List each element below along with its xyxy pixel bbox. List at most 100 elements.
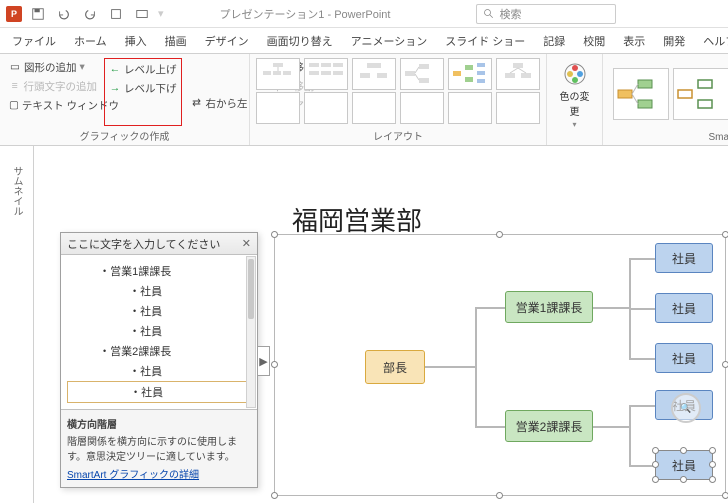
layout-thumb[interactable] (304, 58, 348, 90)
text-pane: ここに文字を入力してください ✕ •営業1課課長•社員•社員•社員•営業2課課長… (60, 232, 258, 488)
layout-thumb[interactable] (448, 58, 492, 90)
scrollbar[interactable] (246, 256, 256, 408)
tab-slideshow[interactable]: スライド ショー (437, 29, 533, 53)
resize-handle[interactable] (652, 447, 659, 454)
node-leaf[interactable]: 社員 (655, 243, 713, 273)
tab-review[interactable]: 校閲 (575, 29, 613, 53)
layout-thumb[interactable] (400, 92, 444, 124)
ribbon-tabs: ファイル ホーム 挿入 描画 デザイン 画面切り替え アニメーション スライド … (0, 28, 728, 54)
right-to-left-button[interactable]: ⇄右から左 (188, 94, 251, 112)
resize-handle[interactable] (709, 447, 716, 454)
text-pane-toggle[interactable]: ▶ (258, 346, 270, 376)
tree-item[interactable]: •社員 (67, 301, 255, 321)
tree-item[interactable]: •社員 (67, 281, 255, 301)
bullet-icon: ≡ (9, 80, 21, 92)
resize-handle[interactable] (496, 231, 503, 238)
resize-handle[interactable] (722, 361, 728, 368)
window-title: プレゼンテーション1 - PowerPoint (220, 6, 391, 22)
resize-handle[interactable] (271, 361, 278, 368)
close-icon[interactable]: ✕ (242, 237, 251, 250)
swap-icon: ⇄ (191, 97, 203, 109)
slide-title: 福岡営業部 (292, 201, 422, 238)
tab-draw[interactable]: 描画 (157, 29, 195, 53)
search-placeholder: 検索 (499, 6, 521, 22)
tab-design[interactable]: デザイン (197, 29, 257, 53)
canvas[interactable]: 福岡営業部 ここに文字を入力してください ✕ •営業1課課長•社員•社員•社員•… (34, 146, 728, 503)
tab-home[interactable]: ホーム (66, 29, 115, 53)
resize-handle[interactable] (271, 492, 278, 499)
level-down-button[interactable]: →レベル下げ (106, 79, 180, 97)
resize-handle[interactable] (652, 461, 659, 468)
node-leaf[interactable]: 社員 (655, 293, 713, 323)
node-leaf-selected[interactable]: 社員 (655, 450, 713, 480)
tree-item[interactable]: •営業2課課長 (67, 341, 255, 361)
resize-handle[interactable] (722, 492, 728, 499)
app-icon: P (6, 6, 22, 22)
text-pane-header: ここに文字を入力してください ✕ (61, 233, 257, 255)
layout-thumb[interactable] (496, 92, 540, 124)
text-pane-body[interactable]: •営業1課課長•社員•社員•社員•営業2課課長•社員•社員 (61, 255, 257, 409)
level-up-button[interactable]: ←レベル上げ (106, 60, 180, 78)
smartart-details-link[interactable]: SmartArt グラフィックの詳細 (67, 466, 199, 481)
tab-animations[interactable]: アニメーション (343, 29, 436, 53)
thumbnail-rail[interactable]: サムネイル (0, 146, 34, 503)
style-thumb[interactable] (673, 68, 728, 120)
layout-thumb[interactable] (448, 92, 492, 124)
layout-thumb[interactable] (304, 92, 348, 124)
smartart-frame[interactable]: 部長 営業1課課長 営業2課課長 社員 社員 社員 社員 社員 🔍 (274, 234, 726, 496)
tree-item[interactable]: •社員 (67, 381, 255, 403)
tree-item[interactable]: •社員 (67, 361, 255, 381)
layout-thumb[interactable] (256, 58, 300, 90)
tab-help[interactable]: ヘルプ (695, 29, 728, 53)
color-change-button[interactable]: 色の変更 ▾ (553, 58, 596, 141)
resize-handle[interactable] (496, 492, 503, 499)
resize-handle[interactable] (652, 476, 659, 483)
tab-file[interactable]: ファイル (4, 29, 64, 53)
node-leaf[interactable]: 社員 (655, 343, 713, 373)
arrow-right-icon: → (109, 82, 121, 94)
layout-thumb[interactable] (352, 92, 396, 124)
layout-thumb[interactable] (400, 58, 444, 90)
node-root[interactable]: 部長 (365, 350, 425, 384)
text-window-icon: ▢ (9, 99, 19, 111)
shape-icon: ▭ (9, 61, 21, 73)
workspace: サムネイル 福岡営業部 ここに文字を入力してください ✕ •営業1課課長•社員•… (0, 146, 728, 503)
tab-view[interactable]: 表示 (615, 29, 653, 53)
resize-handle[interactable] (709, 461, 716, 468)
titlebar: P ▾ プレゼンテーション1 - PowerPoint 検索 (0, 0, 728, 28)
redo-icon[interactable] (80, 4, 100, 24)
text-pane-footer: 横方向階層 階層関係を横方向に示すのに使用します。意思決定ツリーに適しています。… (61, 409, 257, 487)
tab-developer[interactable]: 開発 (655, 29, 693, 53)
qat-icon-2[interactable] (132, 4, 152, 24)
add-shape-button[interactable]: ▭図形の追加 ▾ (6, 58, 100, 76)
tab-record[interactable]: 記録 (535, 29, 573, 53)
node-manager-2[interactable]: 営業2課課長 (505, 410, 593, 442)
layout-thumb[interactable] (256, 92, 300, 124)
qat-icon[interactable] (106, 4, 126, 24)
add-bullet-button: ≡行頭文字の追加 (6, 77, 100, 95)
text-window-button[interactable]: ▢テキスト ウィンドウ (6, 96, 100, 114)
tree-item[interactable]: •社員 (67, 321, 255, 341)
resize-handle[interactable] (271, 231, 278, 238)
layout-thumb[interactable] (352, 58, 396, 90)
group-label-layout: レイアウト (256, 126, 540, 143)
resize-handle[interactable] (680, 476, 687, 483)
undo-icon[interactable] (54, 4, 74, 24)
group-label-create: グラフィックの作成 (6, 126, 243, 143)
tab-transitions[interactable]: 画面切り替え (259, 29, 341, 53)
layout-thumb[interactable] (496, 58, 540, 90)
color-wheel-icon (563, 62, 587, 86)
tree-item[interactable]: •営業1課課長 (67, 261, 255, 281)
ribbon: ▭図形の追加 ▾ ≡行頭文字の追加 ▢テキスト ウィンドウ ←レベル上げ →レベ… (0, 54, 728, 146)
node-manager-1[interactable]: 営業1課課長 (505, 291, 593, 323)
arrow-left-icon: ← (109, 63, 121, 75)
resize-handle[interactable] (709, 476, 716, 483)
tab-insert[interactable]: 挿入 (117, 29, 155, 53)
thumbnail-label: サムネイル (9, 166, 24, 216)
search-box[interactable]: 検索 (476, 4, 616, 24)
resize-handle[interactable] (722, 231, 728, 238)
save-icon[interactable] (28, 4, 48, 24)
style-thumb[interactable] (613, 68, 669, 120)
resize-handle[interactable] (680, 447, 687, 454)
group-label-style: Sma (609, 130, 728, 143)
